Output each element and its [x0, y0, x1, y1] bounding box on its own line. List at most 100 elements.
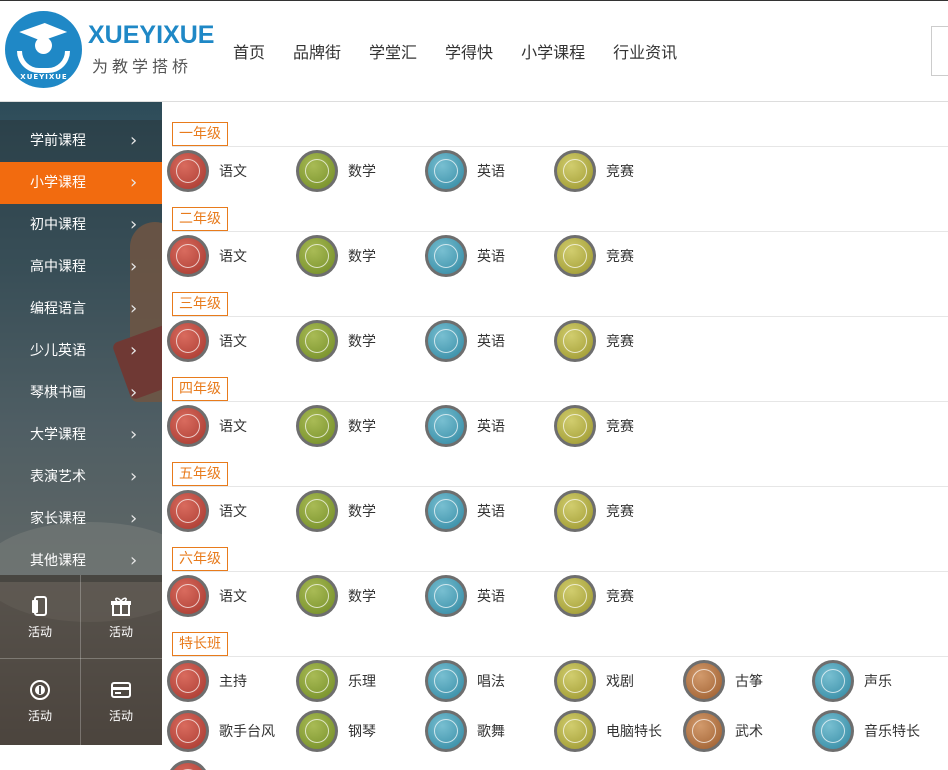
- nav-item-industry-news[interactable]: 行业资讯: [613, 39, 677, 63]
- subject-chinese[interactable]: 语文: [167, 150, 296, 192]
- subject-math[interactable]: 数学: [296, 235, 425, 277]
- subject-english[interactable]: 英语: [425, 150, 554, 192]
- chevron-right-icon: ›: [130, 172, 138, 193]
- chevron-right-icon: ›: [130, 508, 138, 529]
- activity-button-2[interactable]: 活动: [81, 575, 161, 657]
- piano-icon: [296, 710, 338, 752]
- subject-label: 英语: [477, 334, 505, 350]
- special-computer[interactable]: 电脑特长: [554, 710, 683, 752]
- special-singing-method[interactable]: 唱法: [425, 660, 554, 702]
- dancers-icon: [425, 710, 467, 752]
- subject-math[interactable]: 数学: [296, 490, 425, 532]
- subject-list: 语文 数学 英语 竞赛: [167, 575, 683, 617]
- grade-tag[interactable]: 三年级: [172, 292, 228, 316]
- nav-item-brand-street[interactable]: 品牌街: [293, 39, 341, 63]
- special-section: 特长班: [172, 632, 948, 657]
- subject-math[interactable]: 数学: [296, 405, 425, 447]
- sidebar-item-parents[interactable]: 家长课程 ›: [0, 498, 162, 540]
- subject-competition[interactable]: 竞赛: [554, 575, 683, 617]
- subject-english[interactable]: 英语: [425, 490, 554, 532]
- subject-label: 数学: [348, 334, 376, 350]
- subject-label: 语文: [219, 164, 247, 180]
- sidebar-item-university[interactable]: 大学课程 ›: [0, 414, 162, 456]
- sidebar-item-programming[interactable]: 编程语言 ›: [0, 288, 162, 330]
- subject-label: 英语: [477, 164, 505, 180]
- activity-button-4[interactable]: 活动: [81, 659, 161, 741]
- nav-item-school-hub[interactable]: 学堂汇: [369, 39, 417, 63]
- special-label: 钢琴: [348, 724, 376, 740]
- special-piano[interactable]: 钢琴: [296, 710, 425, 752]
- activity-button-1[interactable]: 活动: [0, 575, 80, 657]
- teacher-board-icon: [296, 235, 338, 277]
- grade-tag[interactable]: 五年级: [172, 462, 228, 486]
- grade-tag[interactable]: 六年级: [172, 547, 228, 571]
- special-martial-arts[interactable]: 武术: [683, 710, 812, 752]
- subject-chinese[interactable]: 语文: [167, 320, 296, 362]
- subject-label: 竞赛: [606, 589, 634, 605]
- sidebar-item-label: 初中课程: [30, 217, 86, 233]
- nav-item-primary-courses[interactable]: 小学课程: [521, 39, 585, 63]
- grade-section: 一年级: [172, 122, 948, 147]
- sidebar-item-preschool[interactable]: 学前课程 ›: [0, 120, 162, 162]
- subject-math[interactable]: 数学: [296, 575, 425, 617]
- sidebar-item-arts[interactable]: 琴棋书画 ›: [0, 372, 162, 414]
- special-more[interactable]: [167, 760, 296, 770]
- special-host[interactable]: 主持: [167, 660, 296, 702]
- chevron-right-icon: ›: [130, 130, 138, 151]
- nav-item-home[interactable]: 首页: [233, 39, 265, 63]
- grade-tag[interactable]: 一年级: [172, 122, 228, 146]
- logo-ring-text: XUEYIXUE: [20, 73, 68, 81]
- subject-math[interactable]: 数学: [296, 320, 425, 362]
- subject-chinese[interactable]: 语文: [167, 235, 296, 277]
- sidebar-item-junior-high[interactable]: 初中课程 ›: [0, 204, 162, 246]
- subject-competition[interactable]: 竞赛: [554, 235, 683, 277]
- subject-english[interactable]: 英语: [425, 235, 554, 277]
- special-tag[interactable]: 特长班: [172, 632, 228, 656]
- search-input[interactable]: [931, 26, 948, 76]
- activity-button-3[interactable]: 活动: [0, 659, 80, 741]
- activity-label: 活动: [108, 625, 133, 639]
- subject-competition[interactable]: 竞赛: [554, 405, 683, 447]
- chevron-right-icon: ›: [130, 256, 138, 277]
- special-music-theory[interactable]: 乐理: [296, 660, 425, 702]
- microphone-icon: [167, 660, 209, 702]
- grade-tag[interactable]: 二年级: [172, 207, 228, 231]
- subject-list: 语文 数学 英语 竞赛: [167, 405, 683, 447]
- special-music-talent[interactable]: 音乐特长: [812, 710, 941, 752]
- subject-label: 语文: [219, 589, 247, 605]
- teacher-board-icon: [296, 320, 338, 362]
- subject-chinese[interactable]: 语文: [167, 575, 296, 617]
- sidebar-item-label: 琴棋书画: [30, 385, 86, 401]
- sidebar-item-performing-arts[interactable]: 表演艺术 ›: [0, 456, 162, 498]
- special-vocal[interactable]: 声乐: [812, 660, 941, 702]
- subject-chinese[interactable]: 语文: [167, 490, 296, 532]
- site-logo[interactable]: XUEYIXUE XUEYIXUE 为教学搭桥: [5, 9, 214, 89]
- subject-label: 竞赛: [606, 334, 634, 350]
- sidebar-item-label: 家长课程: [30, 511, 86, 527]
- special-song-dance[interactable]: 歌舞: [425, 710, 554, 752]
- subject-math[interactable]: 数学: [296, 150, 425, 192]
- subject-english[interactable]: 英语: [425, 320, 554, 362]
- chevron-right-icon: ›: [130, 298, 138, 319]
- subject-competition[interactable]: 竞赛: [554, 320, 683, 362]
- subject-competition[interactable]: 竞赛: [554, 490, 683, 532]
- subject-competition[interactable]: 竞赛: [554, 150, 683, 192]
- chevron-right-icon: ›: [130, 382, 138, 403]
- sidebar-item-senior-high[interactable]: 高中课程 ›: [0, 246, 162, 288]
- subject-english[interactable]: 英语: [425, 575, 554, 617]
- nav-item-learn-fast[interactable]: 学得快: [445, 39, 493, 63]
- sidebar-item-primary[interactable]: 小学课程 ›: [0, 162, 162, 204]
- subject-chinese[interactable]: 语文: [167, 405, 296, 447]
- sidebar-item-kids-english[interactable]: 少儿英语 ›: [0, 330, 162, 372]
- sidebar-item-label: 大学课程: [30, 427, 86, 443]
- subject-label: 数学: [348, 164, 376, 180]
- special-drama[interactable]: 戏剧: [554, 660, 683, 702]
- logo-emblem-icon: XUEYIXUE: [5, 11, 82, 88]
- special-stage-presence[interactable]: 歌手台风: [167, 710, 296, 752]
- grade-tag[interactable]: 四年级: [172, 377, 228, 401]
- special-guzheng[interactable]: 古筝: [683, 660, 812, 702]
- abc-board-icon: [425, 575, 467, 617]
- subject-english[interactable]: 英语: [425, 405, 554, 447]
- special-list-row-1: 主持 乐理 唱法 戏剧 古筝 声乐: [167, 660, 941, 702]
- special-label: 电脑特长: [606, 724, 662, 740]
